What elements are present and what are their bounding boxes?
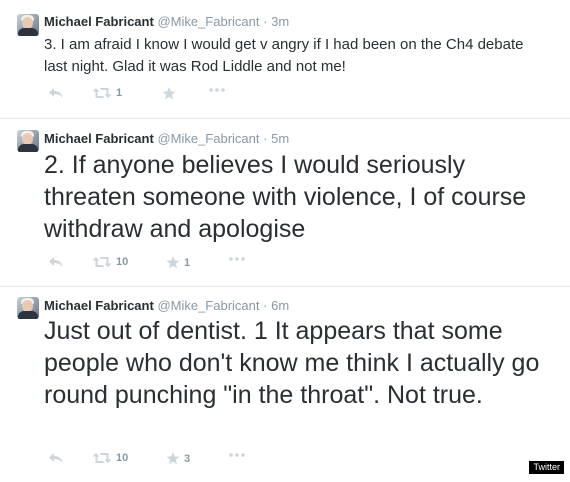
reply-icon (49, 453, 63, 463)
more-icon (229, 453, 245, 457)
avatar[interactable] (17, 130, 39, 152)
author-name[interactable]: Michael Fabricant (44, 14, 154, 29)
star-icon (166, 452, 180, 465)
author-name[interactable]: Michael Fabricant (44, 298, 154, 313)
divider (0, 286, 570, 287)
author-handle[interactable]: @Mike_Fabricant (157, 131, 259, 146)
favorite-count: 1 (184, 256, 191, 269)
retweet-icon (92, 88, 112, 98)
star-icon (166, 256, 180, 269)
reply-icon (49, 88, 63, 98)
more-icon (209, 88, 225, 92)
separator: · (263, 14, 268, 29)
tweet-header: Michael Fabricant @Mike_Fabricant · 5m (44, 131, 289, 146)
retweet-count: 10 (116, 452, 129, 464)
more-button[interactable] (228, 452, 246, 458)
avatar[interactable] (17, 297, 39, 319)
separator: · (263, 131, 268, 146)
retweet-button[interactable]: 10 (92, 256, 128, 268)
more-icon (229, 257, 245, 261)
favorite-button[interactable] (162, 87, 180, 100)
more-button[interactable] (228, 256, 246, 262)
retweet-count: 1 (116, 87, 123, 99)
star-icon (162, 87, 176, 100)
favorite-button[interactable]: 1 (166, 256, 190, 269)
retweet-button[interactable]: 10 (92, 452, 128, 464)
tweet-text: Just out of dentist. 1 It appears that s… (44, 317, 540, 409)
reply-icon (49, 257, 63, 267)
retweet-count: 10 (116, 256, 129, 268)
separator: · (263, 298, 268, 313)
timestamp[interactable]: 6m (271, 298, 289, 313)
reply-button[interactable] (48, 452, 64, 464)
author-name[interactable]: Michael Fabricant (44, 131, 154, 146)
author-handle[interactable]: @Mike_Fabricant (157, 14, 259, 29)
retweet-icon (92, 453, 112, 463)
tweet-text: 2. If anyone believes I would seriously … (44, 151, 527, 243)
more-button[interactable] (208, 87, 226, 93)
twitter-watermark: Twitter (529, 461, 564, 474)
retweet-icon (92, 257, 112, 267)
timestamp[interactable]: 5m (271, 131, 289, 146)
retweet-button[interactable]: 1 (92, 87, 122, 99)
tweet-text: 3. I am afraid I know I would get v angr… (44, 36, 524, 75)
favorite-count: 3 (184, 452, 191, 465)
avatar[interactable] (17, 14, 39, 36)
divider (0, 118, 570, 119)
tweet-header: Michael Fabricant @Mike_Fabricant · 6m (44, 298, 289, 313)
reply-button[interactable] (48, 256, 64, 268)
reply-button[interactable] (48, 87, 64, 99)
tweet-header: Michael Fabricant @Mike_Fabricant · 3m (44, 14, 289, 29)
favorite-button[interactable]: 3 (166, 452, 190, 465)
timestamp[interactable]: 3m (271, 14, 289, 29)
author-handle[interactable]: @Mike_Fabricant (157, 298, 259, 313)
